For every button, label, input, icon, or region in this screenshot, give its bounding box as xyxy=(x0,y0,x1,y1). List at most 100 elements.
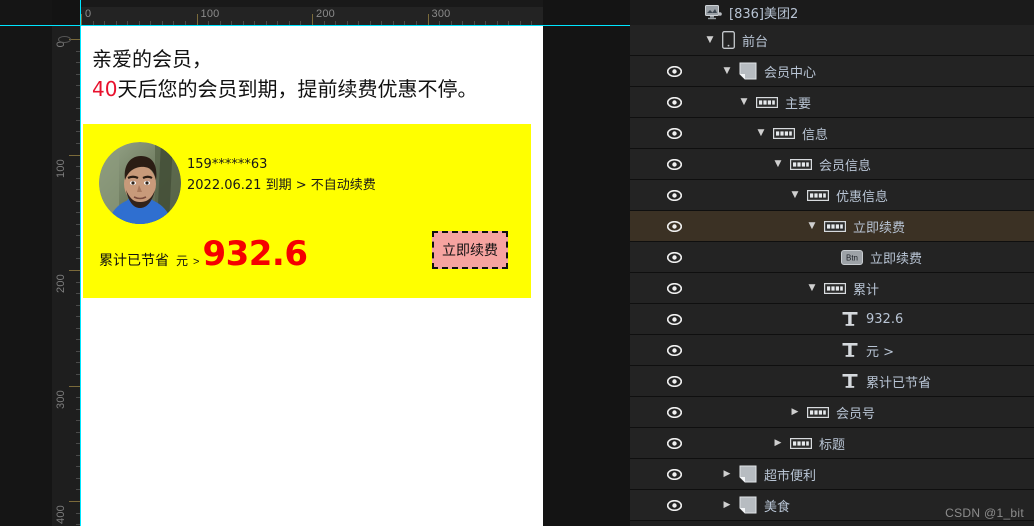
visibility-eye-icon[interactable] xyxy=(666,218,682,234)
chevron-down-icon[interactable]: ▼ xyxy=(754,128,768,138)
layer-row[interactable]: ▼ 信息 xyxy=(630,118,1034,149)
ruler-label: 100 xyxy=(200,8,220,20)
saved-summary: 累计已节省 元 > 932.6 xyxy=(99,234,308,274)
chevron-down-icon[interactable]: ▼ xyxy=(788,190,802,200)
layer-row[interactable]: ▶932.6 xyxy=(630,304,1034,335)
ruler-tick xyxy=(69,501,80,502)
text-icon xyxy=(841,310,859,328)
ruler-label: 300 xyxy=(55,389,67,409)
layer-row[interactable]: ▶ 标题 xyxy=(630,428,1034,459)
visibility-eye-icon[interactable] xyxy=(666,63,682,79)
chevron-down-icon[interactable]: ▼ xyxy=(771,159,785,169)
layer-label: 累计已节省 xyxy=(866,375,932,391)
layer-row[interactable]: ▼ 优惠信息 xyxy=(630,180,1034,211)
ruler-label: 200 xyxy=(55,274,67,293)
page-icon xyxy=(739,62,757,80)
layer-row[interactable]: ▶ 会员号 xyxy=(630,397,1034,428)
vertical-ruler[interactable]: 100 200 300 400 0 xyxy=(52,25,80,526)
visibility-eye-icon[interactable] xyxy=(666,342,682,358)
layer-row[interactable]: ▶[836]美团2 xyxy=(630,0,1034,25)
visibility-eye-icon[interactable] xyxy=(666,435,682,451)
layer-row[interactable]: ▶ 超市便利 xyxy=(630,459,1034,490)
layer-label: 美食 xyxy=(764,499,791,515)
layer-label: 主要 xyxy=(785,96,812,112)
ruler-top-fill xyxy=(80,0,543,7)
visibility-eye-icon[interactable] xyxy=(666,156,682,172)
visibility-eye-icon[interactable] xyxy=(666,311,682,327)
ruler-origin-marker xyxy=(58,36,71,43)
ruler-tick xyxy=(81,14,82,25)
group-icon xyxy=(790,437,812,449)
headline-days: 40 xyxy=(92,77,118,101)
renew-now-button[interactable]: 立即续费 xyxy=(432,231,508,269)
page-icon xyxy=(739,465,757,483)
headline-line-2: 40天后您的会员到期，提前续费优惠不停。 xyxy=(92,74,532,104)
chevron-down-icon[interactable]: ▼ xyxy=(737,97,751,107)
account-number: 159******63 xyxy=(187,157,268,172)
guide-vertical[interactable] xyxy=(80,0,81,526)
visibility-eye-icon[interactable] xyxy=(666,94,682,110)
layer-row[interactable]: ▼ 会员信息 xyxy=(630,149,1034,180)
chevron-right-icon[interactable]: ▶ xyxy=(771,438,785,448)
layer-label: 优惠信息 xyxy=(836,189,889,205)
app-window: 0 100 200 300 100 200 300 400 0 亲爱的会员， 40天后您的会员… xyxy=(0,0,1034,526)
chevron-down-icon[interactable]: ▼ xyxy=(805,283,819,293)
ruler-label: 400 xyxy=(55,505,67,524)
layer-label: 前台 xyxy=(742,34,769,50)
layer-row[interactable]: ▼ 主要 xyxy=(630,87,1034,118)
visibility-eye-icon[interactable] xyxy=(666,497,682,513)
avatar xyxy=(99,142,181,224)
visibility-eye-icon[interactable] xyxy=(666,249,682,265)
layer-label: 立即续费 xyxy=(853,220,906,236)
text-icon xyxy=(841,372,859,390)
layer-label: 932.6 xyxy=(866,311,904,327)
chevron-down-icon[interactable]: ▼ xyxy=(703,35,717,45)
group-icon xyxy=(807,406,829,418)
layer-label: [836]美团2 xyxy=(729,7,799,22)
chevron-down-icon[interactable]: ▼ xyxy=(720,66,734,76)
layer-row[interactable]: ▼ 累计 xyxy=(630,273,1034,304)
layer-label: 立即续费 xyxy=(870,251,923,267)
group-icon xyxy=(807,189,829,201)
visibility-eye-icon[interactable] xyxy=(666,125,682,141)
chevron-down-icon[interactable]: ▼ xyxy=(805,221,819,231)
group-icon xyxy=(773,127,795,139)
member-card[interactable]: 159******63 2022.06.21 到期 > 不自动续费 累计已节省 … xyxy=(83,124,531,298)
visibility-eye-icon[interactable] xyxy=(666,404,682,420)
headline-text[interactable]: 亲爱的会员， 40天后您的会员到期，提前续费优惠不停。 xyxy=(92,44,532,104)
layers-panel[interactable]: ▶[836]美团2▼前台▼会员中心▼主要▼信息▼会员信息▼优惠信息▼立即续费▶B… xyxy=(630,0,1034,526)
svg-text:Btn: Btn xyxy=(846,253,858,262)
page-icon xyxy=(739,496,757,514)
horizontal-ruler-track: 0 100 200 300 xyxy=(80,7,543,25)
chevron-right-icon[interactable]: ▶ xyxy=(720,469,734,479)
ruler-tick xyxy=(69,154,80,156)
chevron-right-icon[interactable]: ▶ xyxy=(720,500,734,510)
layer-row[interactable]: ▶Btn立即续费 xyxy=(630,242,1034,273)
visibility-eye-icon[interactable] xyxy=(666,373,682,389)
ruler-label: 300 xyxy=(431,8,451,20)
visibility-eye-icon[interactable] xyxy=(666,466,682,482)
guide-horizontal[interactable] xyxy=(0,25,630,26)
expiry-status: 2022.06.21 到期 > 不自动续费 xyxy=(187,178,376,193)
watermark: CSDN @1_bit xyxy=(945,506,1024,520)
layer-label: 超市便利 xyxy=(764,468,817,484)
group-icon xyxy=(756,96,778,108)
avatar-photo xyxy=(99,142,181,224)
group-icon xyxy=(824,282,846,294)
chevron-right-icon[interactable]: ▶ xyxy=(788,407,802,417)
ruler-label: 0 xyxy=(85,8,92,20)
phone-icon xyxy=(722,31,735,49)
btn-icon: Btn xyxy=(841,249,863,265)
visibility-eye-icon[interactable] xyxy=(666,280,682,296)
layer-row[interactable]: ▼ 立即续费 xyxy=(630,211,1034,242)
layer-row[interactable]: ▶累计已节省 xyxy=(630,366,1034,397)
ruler-tick xyxy=(427,14,429,25)
layer-row[interactable]: ▼ 前台 xyxy=(630,25,1034,56)
layer-row[interactable]: ▶元 > xyxy=(630,335,1034,366)
horizontal-ruler[interactable]: 0 100 200 300 xyxy=(80,0,543,25)
layer-row[interactable]: ▼ 会员中心 xyxy=(630,56,1034,87)
ruler-tick xyxy=(196,14,198,25)
headline-line-2-rest: 天后您的会员到期，提前续费优惠不停。 xyxy=(117,77,478,101)
visibility-eye-icon[interactable] xyxy=(666,187,682,203)
design-canvas[interactable]: 亲爱的会员， 40天后您的会员到期，提前续费优惠不停。 159******63 … xyxy=(81,26,543,526)
